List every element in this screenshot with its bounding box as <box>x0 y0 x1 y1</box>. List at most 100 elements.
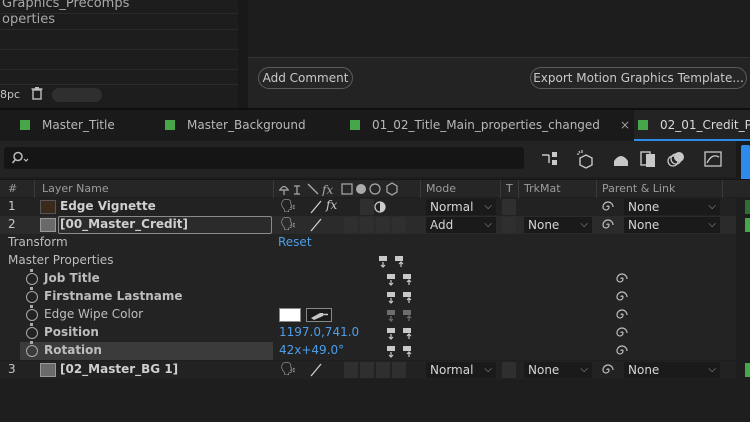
eyedropper-icon[interactable] <box>306 308 332 322</box>
pickwhip-icon[interactable] <box>616 344 628 358</box>
graph-editor-icon[interactable] <box>703 149 723 169</box>
pickwhip-icon[interactable] <box>602 363 614 377</box>
layer-duration-bar[interactable] <box>745 363 750 377</box>
layer-row-selected[interactable]: 2 [00_Master_Credit] 🗣 Add ⌵ None ⌵ None ⌵ <box>0 216 750 234</box>
frame-blending-icon[interactable] <box>638 149 658 169</box>
master-property-row[interactable]: Position 1197.0,741.0 <box>0 323 736 342</box>
shy-switch-icon[interactable]: 🗣 <box>280 362 297 377</box>
layer-name[interactable]: Edge Vignette <box>60 199 156 213</box>
layer-name[interactable]: [02_Master_BG 1] <box>60 362 178 376</box>
comp-flowchart-icon[interactable] <box>540 149 560 169</box>
trkmat-value: None <box>528 363 560 377</box>
switch-cell[interactable] <box>376 362 390 378</box>
layer-row[interactable]: 3 [02_Master_BG 1] 🗣 Normal ⌵ None ⌵ None ⌵ <box>0 361 750 379</box>
col-mode[interactable]: Mode <box>426 182 456 195</box>
master-properties-label[interactable]: Master Properties <box>8 253 113 267</box>
parent-dropdown[interactable]: None ⌵ <box>624 362 720 378</box>
quality-switch-icon[interactable] <box>310 218 322 232</box>
pickwhip-icon[interactable] <box>616 326 628 340</box>
stopwatch-icon[interactable] <box>26 305 38 321</box>
layer-duration-bar[interactable] <box>745 218 750 232</box>
add-comment-button[interactable]: Add Comment <box>258 67 353 89</box>
quality-switch-icon[interactable] <box>310 200 322 214</box>
switch-cell[interactable] <box>376 217 390 233</box>
preserve-transparency-cell[interactable] <box>502 217 516 233</box>
effects-switch-icon[interactable]: fx <box>326 198 337 212</box>
export-mogrt-button[interactable]: Export Motion Graphics Template... <box>530 67 747 89</box>
master-property-row[interactable]: Job Title <box>0 269 736 288</box>
color-swatch[interactable] <box>279 308 301 322</box>
master-property-row[interactable]: Rotation 42x+49.0° <box>0 341 736 360</box>
col-layer-name[interactable]: Layer Name <box>42 182 109 195</box>
shy-switch-icon[interactable]: 🗣 <box>280 217 297 232</box>
top-region: Graphics_Precomps operties 8pc Add Comme… <box>0 0 750 108</box>
col-trkmat[interactable]: TrkMat <box>524 182 561 195</box>
blend-mode-dropdown[interactable]: Add ⌵ <box>426 217 496 233</box>
master-properties-row[interactable]: Master Properties <box>0 252 736 270</box>
blend-mode-value: Normal <box>430 363 474 377</box>
push-pull-icons[interactable] <box>386 326 416 340</box>
switch-cell[interactable] <box>360 199 374 215</box>
switch-cell[interactable] <box>392 217 406 233</box>
thumbnail-slider[interactable] <box>52 88 102 102</box>
blend-mode-dropdown[interactable]: Normal ⌵ <box>426 362 496 378</box>
transform-reset-link[interactable]: Reset <box>278 235 312 249</box>
preserve-transparency-cell[interactable] <box>502 362 516 378</box>
draft-3d-icon[interactable] <box>576 149 596 169</box>
switch-cell[interactable] <box>360 362 374 378</box>
motion-blur-icon[interactable] <box>666 149 686 169</box>
push-pull-icons[interactable] <box>386 272 416 286</box>
switch-cell[interactable] <box>360 217 374 233</box>
col-number[interactable]: # <box>8 182 17 195</box>
tab-master-title[interactable]: Master_Title <box>20 110 115 141</box>
transform-group-row[interactable]: Transform Reset <box>0 234 736 252</box>
pickwhip-icon[interactable] <box>616 290 628 304</box>
master-property-row[interactable]: Edge Wipe Color <box>0 305 736 324</box>
layer-duration-bar[interactable] <box>745 200 750 214</box>
push-pull-icons[interactable] <box>386 290 416 304</box>
switch-cell[interactable] <box>392 362 406 378</box>
trash-icon[interactable] <box>30 86 44 100</box>
timeline-empty-area[interactable] <box>0 380 750 422</box>
project-item[interactable]: operties <box>0 10 238 30</box>
col-parent-link[interactable]: Parent & Link <box>602 182 675 195</box>
divider <box>34 180 35 198</box>
adjustment-layer-icon[interactable] <box>374 201 386 213</box>
switch-cell[interactable] <box>344 362 358 378</box>
pickwhip-icon[interactable] <box>616 308 628 322</box>
parent-dropdown[interactable]: None ⌵ <box>624 217 720 233</box>
quality-switch-icon[interactable] <box>310 363 322 377</box>
stopwatch-icon[interactable] <box>26 323 38 339</box>
tab-master-background[interactable]: Master_Background <box>165 110 306 141</box>
push-pull-icons[interactable] <box>378 254 408 268</box>
parent-dropdown[interactable]: None ⌵ <box>624 199 720 215</box>
close-tab-icon[interactable]: × <box>620 110 630 141</box>
layer-row[interactable]: 1 Edge Vignette 🗣 fx Normal ⌵ None ⌵ <box>0 198 750 216</box>
switch-cell[interactable] <box>344 217 358 233</box>
bit-depth-label[interactable]: 8pc <box>0 88 20 101</box>
position-value[interactable]: 1197.0,741.0 <box>279 325 359 339</box>
tab-title-main-properties[interactable]: 01_02_Title_Main_properties_changed <box>350 110 600 141</box>
trkmat-dropdown[interactable]: None ⌵ <box>524 362 592 378</box>
pickwhip-icon[interactable] <box>602 218 614 232</box>
trkmat-dropdown[interactable]: None ⌵ <box>524 217 592 233</box>
push-pull-icons[interactable] <box>386 344 416 358</box>
stopwatch-icon[interactable] <box>26 287 38 303</box>
master-property-row[interactable]: Firstname Lastname <box>0 287 736 306</box>
stopwatch-icon[interactable] <box>26 269 38 285</box>
layer-name[interactable]: [00_Master_Credit] <box>60 217 188 231</box>
rotation-value[interactable]: 42x+49.0° <box>279 343 344 357</box>
switches-header-icons[interactable]: fx <box>278 182 406 196</box>
stopwatch-icon[interactable] <box>26 341 38 357</box>
col-t[interactable]: T <box>506 182 513 195</box>
tab-credit-active[interactable]: 02_01_Credit_Pa <box>634 110 750 141</box>
layer-search-input[interactable] <box>4 147 524 169</box>
pickwhip-icon[interactable] <box>602 200 614 214</box>
blend-mode-dropdown[interactable]: Normal ⌵ <box>426 199 496 215</box>
preserve-transparency-cell[interactable] <box>502 199 516 215</box>
pickwhip-icon[interactable] <box>616 272 628 286</box>
shy-icon[interactable] <box>611 149 631 169</box>
transform-label[interactable]: Transform <box>8 235 68 249</box>
panel-splitter[interactable] <box>238 0 248 108</box>
shy-switch-icon[interactable]: 🗣 <box>280 199 297 214</box>
